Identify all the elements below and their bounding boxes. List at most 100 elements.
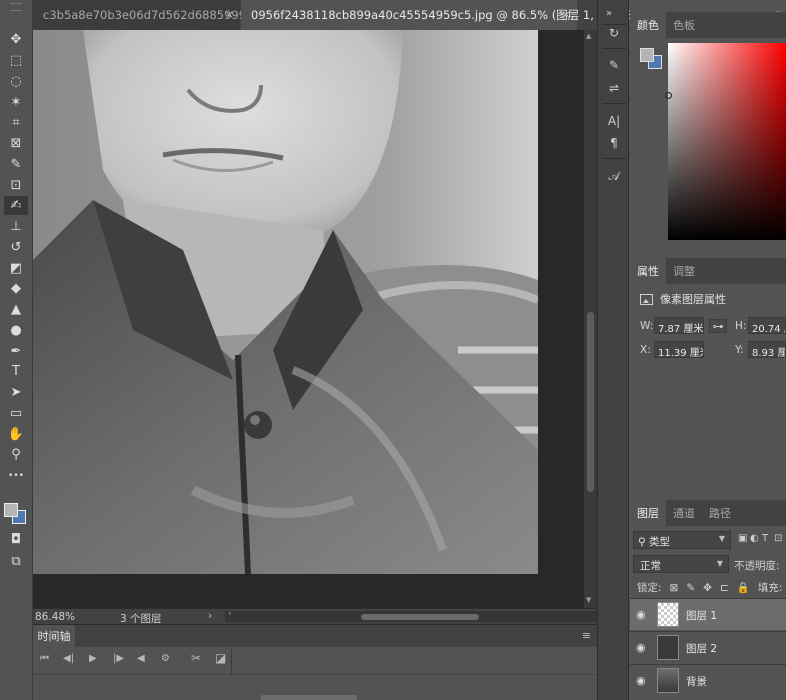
layer-filter-select[interactable]: ⚲ 类型 ▼: [633, 531, 731, 549]
healing-brush-tool-icon[interactable]: ⊡: [4, 176, 28, 195]
eraser-tool-icon[interactable]: ◩: [4, 259, 28, 278]
character-icon[interactable]: A|: [604, 111, 624, 131]
rectangle-tool-icon[interactable]: ▭: [4, 404, 28, 423]
visibility-eye-icon[interactable]: ◉: [636, 641, 646, 654]
scrollbar-thumb[interactable]: [361, 614, 479, 620]
paragraph-icon[interactable]: ¶: [604, 133, 624, 153]
adjustment-filter-icon[interactable]: ◐: [750, 533, 759, 544]
split-scissors-icon[interactable]: ✂: [191, 651, 201, 665]
quick-mask-icon[interactable]: ◘: [4, 530, 28, 549]
panel-menu-icon[interactable]: ≡: [582, 629, 591, 642]
visibility-eye-icon[interactable]: ◉: [636, 608, 646, 621]
horizontal-scrollbar[interactable]: ‹: [225, 609, 597, 622]
tab-color[interactable]: 颜色: [630, 12, 666, 38]
tab-adjustments[interactable]: 调整: [666, 258, 702, 284]
clone-stamp-tool-icon[interactable]: ⊥: [4, 217, 28, 236]
next-frame-icon[interactable]: |▶: [113, 653, 124, 664]
document-tab-bar: c3b5a8e70b3e06d7d562d6885999b74.jpg × 09…: [33, 0, 647, 30]
play-icon[interactable]: ▶: [89, 653, 97, 664]
tab-properties[interactable]: 属性: [630, 258, 666, 284]
foreground-color-swatch[interactable]: [640, 48, 654, 62]
layer-row[interactable]: ◉ 背景: [630, 664, 786, 696]
tab-layers[interactable]: 图层: [630, 500, 666, 526]
tab-channels[interactable]: 通道: [666, 500, 702, 526]
type-filter-icon[interactable]: T: [762, 533, 768, 544]
hand-tool-icon[interactable]: ✋: [4, 425, 28, 444]
scroll-left-icon[interactable]: ‹: [228, 609, 232, 619]
type-tool-icon[interactable]: T: [4, 362, 28, 381]
close-icon[interactable]: ×: [562, 8, 571, 21]
paint-bucket-tool-icon[interactable]: ◆: [4, 279, 28, 298]
brush-tool-icon[interactable]: ✍: [4, 196, 28, 215]
crop-tool-icon[interactable]: ⌗: [4, 113, 28, 132]
dodge-tool-icon[interactable]: ●: [4, 321, 28, 340]
history-icon[interactable]: ↻: [604, 23, 624, 43]
tab-swatches[interactable]: 色板: [666, 12, 702, 38]
lock-transparency-icon[interactable]: ⊠: [670, 582, 679, 594]
canvas-area[interactable]: [33, 30, 597, 608]
foreground-color-swatch[interactable]: [4, 503, 18, 517]
y-label: Y:: [735, 344, 744, 356]
vertical-scrollbar[interactable]: ▲ ▼: [584, 30, 597, 608]
lock-position-icon[interactable]: ✥: [703, 582, 712, 594]
pixel-filter-icon[interactable]: ▣: [738, 533, 747, 544]
previous-frame-icon[interactable]: ◀|: [63, 653, 74, 664]
blur-tool-icon[interactable]: ▲: [4, 300, 28, 319]
collapsed-panel-dock: » ↻ ✎ ⇌ A| ¶ 𝒜: [597, 0, 629, 700]
glyphs-icon[interactable]: 𝒜: [604, 166, 624, 186]
screen-mode-icon[interactable]: ⧉: [4, 552, 28, 571]
brush-presets-icon[interactable]: ⇌: [604, 78, 624, 98]
color-picker-field[interactable]: [668, 43, 786, 240]
y-field[interactable]: 8.93 厘米: [748, 341, 786, 358]
lock-artboard-icon[interactable]: ⊏: [720, 582, 729, 594]
first-frame-icon[interactable]: ⏮: [40, 653, 49, 664]
toolbar-grip[interactable]: [10, 3, 22, 11]
visibility-eye-icon[interactable]: ◉: [636, 674, 646, 687]
settings-gear-icon[interactable]: ⚙: [161, 653, 170, 664]
link-dimensions-icon[interactable]: ⊶: [709, 319, 727, 333]
transition-icon[interactable]: ◪: [215, 651, 226, 665]
scroll-down-icon[interactable]: ▼: [586, 596, 591, 604]
move-tool-icon[interactable]: ✥: [4, 30, 28, 49]
eyedropper-tool-icon[interactable]: ✎: [4, 155, 28, 174]
zoom-level[interactable]: 86.48%: [35, 611, 75, 623]
width-field[interactable]: 7.87 厘米: [654, 317, 704, 334]
lasso-tool-icon[interactable]: ◌: [4, 72, 28, 91]
magic-wand-tool-icon[interactable]: ✶: [4, 93, 28, 112]
document-image[interactable]: [33, 30, 538, 574]
x-field[interactable]: 11.39 厘米: [654, 341, 704, 358]
status-menu-arrow[interactable]: ›: [208, 610, 212, 622]
layer-name[interactable]: 图层 2: [686, 641, 717, 656]
frame-tool-icon[interactable]: ⊠: [4, 134, 28, 153]
tab-paths[interactable]: 路径: [702, 500, 738, 526]
collapse-panels-icon[interactable]: »: [606, 8, 612, 19]
scroll-up-icon[interactable]: ▲: [586, 32, 591, 40]
layer-name[interactable]: 图层 1: [686, 608, 717, 623]
layer-row[interactable]: ◉ 图层 1: [630, 598, 786, 630]
dock-divider: [602, 48, 626, 49]
lock-all-icon[interactable]: 🔒: [737, 581, 750, 594]
pen-tool-icon[interactable]: ✒: [4, 342, 28, 361]
blend-mode-select[interactable]: 正常 ▼: [633, 555, 729, 573]
audio-icon[interactable]: ◀: [137, 653, 145, 664]
tab-timeline[interactable]: 时间轴: [33, 625, 75, 647]
brush-settings-icon[interactable]: ✎: [604, 55, 624, 75]
layer-name[interactable]: 背景: [686, 674, 707, 689]
shape-filter-icon[interactable]: ⊡: [774, 533, 782, 544]
marquee-tool-icon[interactable]: ⬚: [4, 51, 28, 70]
document-tab-active[interactable]: 0956f2438118cb899a40c45554959c5.jpg @ 86…: [241, 0, 647, 30]
path-selection-tool-icon[interactable]: ➤: [4, 383, 28, 402]
height-field[interactable]: 20.74 厘: [748, 317, 786, 334]
zoom-tool-icon[interactable]: ⚲: [4, 445, 28, 464]
mores-tool-icon[interactable]: •••: [4, 467, 28, 486]
document-tab-inactive[interactable]: c3b5a8e70b3e06d7d562d6885999b74.jpg ×: [33, 0, 289, 30]
dock-divider: [602, 103, 626, 104]
lock-pixels-icon[interactable]: ✎: [686, 582, 695, 594]
create-timeline-button[interactable]: [261, 695, 357, 700]
scrollbar-thumb[interactable]: [587, 312, 594, 492]
color-picker-cursor[interactable]: [665, 92, 672, 99]
layer-row[interactable]: ◉ 图层 2: [630, 631, 786, 663]
chevron-down-icon: ▼: [718, 534, 725, 543]
close-icon[interactable]: ×: [225, 8, 234, 21]
history-brush-tool-icon[interactable]: ↺: [4, 238, 28, 257]
